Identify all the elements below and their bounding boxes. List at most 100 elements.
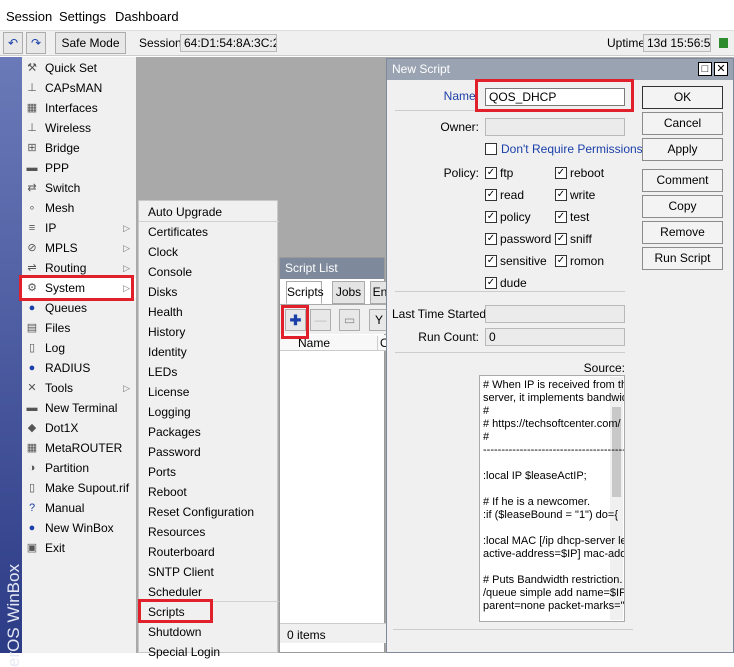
safe-mode-button[interactable]: Safe Mode <box>55 32 126 54</box>
menu-dashboard[interactable]: Dashboard <box>115 9 179 24</box>
sidebar-item-radius[interactable]: ● RADIUS <box>22 358 136 378</box>
system-menu-item-license[interactable]: License <box>148 382 274 402</box>
script-list-title[interactable]: Script List <box>280 258 384 279</box>
undo-icon[interactable]: ↶ <box>3 32 23 54</box>
sidebar-item-new-terminal[interactable]: ▬ New Terminal <box>22 398 136 418</box>
system-menu-item-reset-configuration[interactable]: Reset Configuration <box>148 502 274 522</box>
maximize-icon[interactable]: □ <box>698 62 712 76</box>
source-line: ----------------------------------------… <box>483 444 624 456</box>
system-menu-item-console[interactable]: Console <box>148 262 274 282</box>
apply-button[interactable]: Apply <box>642 138 723 161</box>
source-line: active-address=$IP] mac-address]; <box>483 548 624 560</box>
system-menu-item-packages[interactable]: Packages <box>148 422 274 442</box>
new-script-title[interactable]: New Script <box>387 59 733 80</box>
sidebar-item-queues[interactable]: ● Queues <box>22 298 136 318</box>
source-editor[interactable]: # When IP is received from the DHCPserve… <box>479 375 625 622</box>
system-menu-item-identity[interactable]: Identity <box>148 342 274 362</box>
source-line: # Puts Bandwidth restriction. <box>483 574 623 586</box>
last-time-started-label: Last Time Started: <box>392 307 490 321</box>
sidebar-item-ip[interactable]: ≡ IP ▷ <box>22 218 136 238</box>
sidebar-item-manual[interactable]: ? Manual <box>22 498 136 518</box>
policy-sniff-label: sniff <box>570 232 592 246</box>
policy-sensitive-checkbox[interactable]: ✓ <box>485 255 497 267</box>
sidebar-item-partition[interactable]: ◑ Partition <box>22 458 136 478</box>
winbox-branding-bar: erOS WinBox <box>0 57 23 667</box>
remove-icon[interactable]: — <box>310 309 331 331</box>
policy-sniff-checkbox[interactable]: ✓ <box>555 233 567 245</box>
menu-settings[interactable]: Settings <box>59 9 106 24</box>
sidebar-item-mpls[interactable]: ⊘ MPLS ▷ <box>22 238 136 258</box>
sidebar-item-new-winbox[interactable]: ● New WinBox <box>22 518 136 538</box>
tab-jobs[interactable]: Jobs <box>332 281 365 304</box>
menu-separator <box>139 221 279 222</box>
system-menu-item-clock[interactable]: Clock <box>148 242 274 262</box>
source-line: :local MAC [/ip dhcp-server lease get [f… <box>483 535 624 547</box>
source-line: /queue simple add name=$IP target=$IP <box>483 587 625 599</box>
system-menu-item-history[interactable]: History <box>148 322 274 342</box>
system-highlight <box>19 275 134 301</box>
system-menu-item-resources[interactable]: Resources <box>148 522 274 542</box>
radius-icon: ● <box>28 362 36 374</box>
policy-policy-checkbox[interactable]: ✓ <box>485 211 497 223</box>
ok-button[interactable]: OK <box>642 86 723 109</box>
policy-romon-checkbox[interactable]: ✓ <box>555 255 567 267</box>
sidebar-item-capsman[interactable]: ⊥ CAPsMAN <box>22 78 136 98</box>
system-menu-item-password[interactable]: Password <box>148 442 274 462</box>
name-label: Name: <box>443 89 479 103</box>
policy-reboot-checkbox[interactable]: ✓ <box>555 167 567 179</box>
sidebar-item-exit[interactable]: ▣ Exit <box>22 538 136 558</box>
system-menu-item-special-login[interactable]: Special Login <box>148 642 274 662</box>
copy-button[interactable]: Copy <box>642 195 723 218</box>
status-indicator <box>719 38 728 48</box>
routing-icon: ⇌ <box>27 262 37 274</box>
system-menu-item-certificates[interactable]: Certificates <box>148 222 274 242</box>
system-menu-item-auto-upgrade[interactable]: Auto Upgrade <box>148 202 274 222</box>
system-menu-item-sntp-client[interactable]: SNTP Client <box>148 562 274 582</box>
policy-read-label: read <box>500 188 525 202</box>
owner-input[interactable] <box>485 118 625 136</box>
policy-password-checkbox[interactable]: ✓ <box>485 233 497 245</box>
sidebar-item-quick-set[interactable]: ⚒ Quick Set <box>22 58 136 78</box>
sidebar-item-log[interactable]: ▯ Log <box>22 338 136 358</box>
sidebar-item-interfaces[interactable]: ▦ Interfaces <box>22 98 136 118</box>
system-menu-item-routerboard[interactable]: Routerboard <box>148 542 274 562</box>
sidebar-item-label: Switch <box>45 181 81 195</box>
system-menu-item-logging[interactable]: Logging <box>148 402 274 422</box>
sidebar-item-files[interactable]: ▤ Files <box>22 318 136 338</box>
system-menu-item-ports[interactable]: Ports <box>148 462 274 482</box>
sidebar-item-dot1x[interactable]: ◆ Dot1X <box>22 418 136 438</box>
remove-button[interactable]: Remove <box>642 221 723 244</box>
sidebar-item-make-supout-rif[interactable]: ▯ Make Supout.rif <box>22 478 136 498</box>
sidebar-item-mesh[interactable]: ∘ Mesh <box>22 198 136 218</box>
policy-dude-label: dude <box>500 276 527 290</box>
policy-dude-checkbox[interactable]: ✓ <box>485 277 497 289</box>
sidebar-item-metarouter[interactable]: ▦ MetaROUTER <box>22 438 136 458</box>
system-menu-item-disks[interactable]: Disks <box>148 282 274 302</box>
comment-icon[interactable]: ▭ <box>339 309 360 331</box>
policy-write-checkbox[interactable]: ✓ <box>555 189 567 201</box>
policy-read-checkbox[interactable]: ✓ <box>485 189 497 201</box>
sidebar-item-switch[interactable]: ⇄ Switch <box>22 178 136 198</box>
system-menu-item-health[interactable]: Health <box>148 302 274 322</box>
system-menu-item-leds[interactable]: LEDs <box>148 362 274 382</box>
sidebar-item-label: MPLS <box>45 241 78 255</box>
system-menu-item-shutdown[interactable]: Shutdown <box>148 622 274 642</box>
dont-require-permissions-checkbox[interactable] <box>485 143 497 155</box>
menu-session[interactable]: Session <box>6 9 52 24</box>
sidebar-item-label: Manual <box>45 501 85 515</box>
run-script-button[interactable]: Run Script <box>642 247 723 270</box>
policy-test-checkbox[interactable]: ✓ <box>555 211 567 223</box>
sidebar-item-bridge[interactable]: ⊞ Bridge <box>22 138 136 158</box>
close-icon[interactable]: ✕ <box>714 62 728 76</box>
owner-label: Owner: <box>440 120 479 134</box>
cancel-button[interactable]: Cancel <box>642 112 723 135</box>
redo-icon[interactable]: ↷ <box>26 32 46 54</box>
policy-ftp-checkbox[interactable]: ✓ <box>485 167 497 179</box>
sidebar-item-ppp[interactable]: ▬ PPP <box>22 158 136 178</box>
sidebar-item-wireless[interactable]: ⊥ Wireless <box>22 118 136 138</box>
uptime-value: 13d 15:56:57 <box>643 34 711 52</box>
sidebar-item-tools[interactable]: ✕ Tools ▷ <box>22 378 136 398</box>
comment-button[interactable]: Comment <box>642 169 723 192</box>
system-menu-item-reboot[interactable]: Reboot <box>148 482 274 502</box>
tab-scripts[interactable]: Scripts <box>286 281 324 304</box>
